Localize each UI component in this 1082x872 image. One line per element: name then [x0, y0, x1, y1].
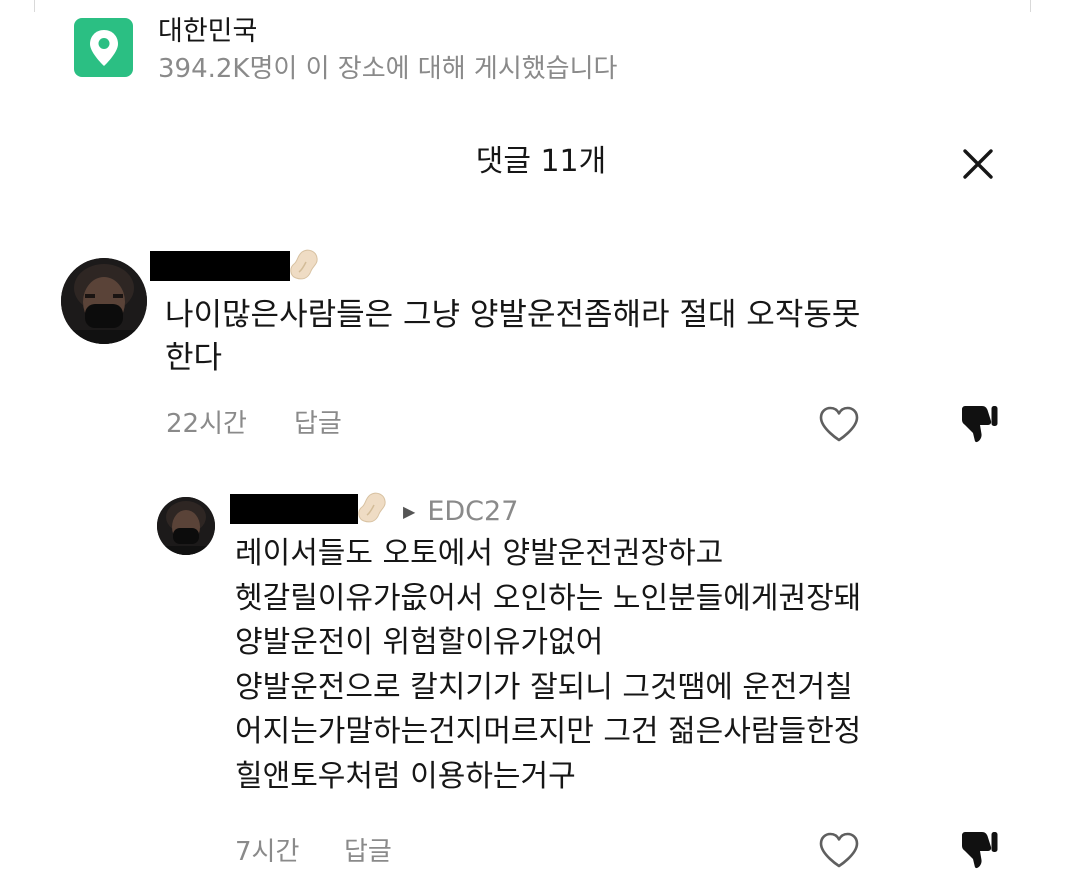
- comment-line: 양발운전으로 칼치기가 잘되니 그것땜에 운전거칠: [235, 669, 853, 705]
- caret-right-icon: ▶: [403, 502, 416, 521]
- thumbs-down-icon: [962, 406, 998, 443]
- thumbs-down-icon: [962, 832, 998, 869]
- reply-button[interactable]: 답글: [344, 836, 392, 868]
- comment-line: 레이서들도 오토에서 양발운전권장하고: [235, 536, 724, 571]
- frame-edge-left: [34, 0, 35, 12]
- comment-line: 힐앤토우처럼 이용하는거구: [235, 758, 576, 794]
- location-header[interactable]: 대한민국 394.2K명이 이 장소에 대해 게시했습니다: [74, 16, 674, 86]
- location-name: 대한민국: [158, 16, 258, 47]
- location-pin-icon: [74, 18, 133, 77]
- location-post-count: 394.2K명이 이 장소에 대해 게시했습니다: [158, 54, 618, 84]
- avatar[interactable]: [61, 258, 147, 344]
- peanut-badge-icon: [356, 491, 388, 531]
- heart-outline-icon: [819, 832, 859, 868]
- author-name-redacted[interactable]: [230, 494, 358, 524]
- frame-edge-right: [1030, 0, 1031, 12]
- comment-time: 22시간: [166, 409, 247, 439]
- comment-line: 한다: [165, 340, 223, 376]
- comment-line: 양발운전이 위험할이유가없어: [235, 625, 604, 660]
- comment-time: 7시간: [235, 837, 300, 867]
- reply-button[interactable]: 답글: [294, 408, 342, 440]
- author-name-redacted[interactable]: [150, 251, 290, 281]
- like-button[interactable]: [817, 402, 861, 446]
- reply-to-username: EDC27: [427, 496, 519, 527]
- comments-title: 댓글 11개: [475, 144, 607, 179]
- like-button[interactable]: [817, 828, 861, 872]
- heart-outline-icon: [819, 406, 859, 442]
- dislike-button[interactable]: [957, 402, 1001, 446]
- dislike-button[interactable]: [957, 828, 1001, 872]
- comment-line: 헷갈릴이유가읎어서 오인하는 노인분들에게권장돼: [235, 580, 862, 616]
- close-button[interactable]: [958, 144, 998, 184]
- comment-line: 어지는가말하는건지머르지만 그건 젊은사람들한정: [235, 714, 862, 749]
- comment-body: 나이많은사람들은 그냥 양발운전좀해라 절대 오작동못 한다: [165, 294, 860, 380]
- avatar[interactable]: [157, 497, 215, 555]
- comment-body: 레이서들도 오토에서 양발운전권장하고 헷갈릴이유가읎어서 오인하는 노인분들에…: [235, 532, 861, 799]
- reply-to-label[interactable]: ▶ EDC27: [403, 496, 518, 528]
- peanut-badge-icon: [288, 248, 320, 288]
- comment-line: 나이많은사람들은 그냥 양발운전좀해라 절대 오작동못: [165, 297, 861, 333]
- close-icon: [963, 149, 993, 179]
